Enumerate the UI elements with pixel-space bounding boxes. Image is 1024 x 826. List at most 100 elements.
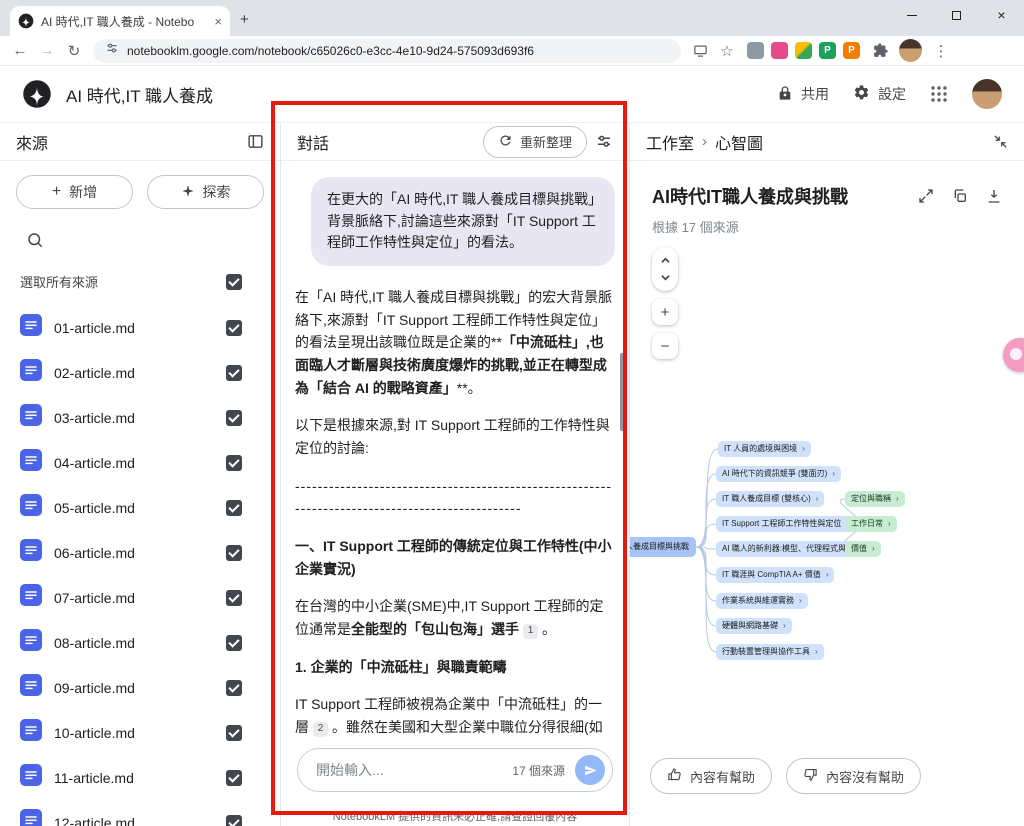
source-row[interactable]: 09-article.md: [0, 665, 280, 710]
extension-icon[interactable]: [795, 42, 812, 59]
source-row[interactable]: 06-article.md: [0, 530, 280, 575]
expand-node-icon[interactable]: ›: [896, 495, 899, 503]
expand-node-icon[interactable]: ›: [815, 648, 818, 656]
source-name: 09-article.md: [54, 679, 135, 696]
source-checkbox[interactable]: [226, 319, 242, 336]
not-helpful-button[interactable]: 內容沒有幫助: [786, 758, 922, 794]
back-icon[interactable]: ←: [8, 39, 32, 63]
extensions-puzzle-icon[interactable]: [868, 39, 892, 63]
source-row[interactable]: 02-article.md: [0, 350, 280, 395]
refresh-icon: [498, 133, 513, 151]
browser-profile-avatar[interactable]: [899, 39, 922, 62]
source-checkbox[interactable]: [226, 544, 242, 561]
mindmap-sub-node[interactable]: 工作日常 ›: [845, 516, 897, 532]
source-row[interactable]: 08-article.md: [0, 620, 280, 665]
mindmap-sub-node[interactable]: 價值 ›: [845, 541, 881, 557]
extension-icon[interactable]: P: [819, 42, 836, 59]
expand-node-icon[interactable]: ›: [826, 571, 829, 579]
source-row[interactable]: 11-article.md: [0, 755, 280, 800]
source-checkbox[interactable]: [226, 409, 242, 426]
select-all-checkbox[interactable]: [226, 273, 242, 290]
notebook-title[interactable]: AI 時代,IT 職人養成: [66, 82, 213, 107]
source-row[interactable]: 10-article.md: [0, 710, 280, 755]
send-button[interactable]: [575, 755, 605, 785]
extension-icon[interactable]: [771, 42, 788, 59]
source-checkbox[interactable]: [226, 454, 242, 471]
expand-node-icon[interactable]: ›: [888, 520, 891, 528]
source-checkbox[interactable]: [226, 769, 242, 786]
mindmap-branch-node[interactable]: 硬體與網路基礎 ›: [716, 618, 792, 634]
refresh-chat-button[interactable]: 重新整理: [482, 125, 587, 158]
source-checkbox[interactable]: [226, 724, 242, 741]
mindmap-branch-node[interactable]: IT 職涯與 CompTIA A+ 價值 ›: [716, 567, 835, 583]
source-name: 02-article.md: [54, 364, 135, 381]
chat-messages[interactable]: 在更大的「AI 時代,IT 職人養成目標與挑戰」背景脈絡下,討論這些來源對「IT…: [281, 161, 629, 742]
window-maximize-button[interactable]: [934, 0, 979, 30]
extension-icon[interactable]: P: [843, 42, 860, 59]
download-icon[interactable]: [986, 188, 1002, 204]
mindmap-branch-node[interactable]: AI 時代下的資訊競爭 (雙面刃) ›: [716, 466, 842, 482]
source-checkbox[interactable]: [226, 589, 242, 606]
window-close-button[interactable]: ×: [979, 0, 1024, 30]
source-row[interactable]: 05-article.md: [0, 485, 280, 530]
mindmap-branch-node[interactable]: IT Support 工程師工作特性與定位›: [716, 516, 856, 532]
source-row[interactable]: 03-article.md: [0, 395, 280, 440]
source-checkbox[interactable]: [226, 364, 242, 381]
new-tab-button[interactable]: +: [240, 11, 249, 28]
helpful-button[interactable]: 內容有幫助: [650, 758, 773, 794]
add-source-button[interactable]: + 新增: [16, 175, 133, 209]
share-button[interactable]: 共用: [777, 84, 829, 104]
source-checkbox[interactable]: [226, 679, 242, 696]
mindmap-sub-node[interactable]: 定位與職稱 ›: [845, 491, 905, 507]
discover-sources-button[interactable]: 探索: [147, 175, 264, 209]
source-row[interactable]: 12-article.md: [0, 800, 280, 826]
bookmark-star-icon[interactable]: ☆: [715, 39, 739, 63]
search-icon[interactable]: [26, 233, 44, 253]
pan-stepper[interactable]: [652, 247, 678, 291]
account-avatar[interactable]: [972, 79, 1002, 109]
mindmap-root-node[interactable]: 人養成目標與挑戰: [630, 537, 696, 557]
markdown-file-icon: [20, 494, 42, 521]
chat-settings-icon[interactable]: [595, 133, 613, 151]
collapse-sources-panel-icon[interactable]: [247, 133, 264, 150]
site-settings-icon[interactable]: [105, 41, 119, 60]
expand-node-icon[interactable]: ›: [872, 545, 875, 553]
address-bar[interactable]: notebooklm.google.com/notebook/c65026c0-…: [93, 38, 681, 63]
mindmap-branch-node[interactable]: IT 職人養成目標 (雙核心) ›: [716, 491, 825, 507]
citation-chip[interactable]: 1: [523, 623, 538, 639]
node-label: IT 人員的處境與困境: [724, 444, 798, 453]
window-minimize-button[interactable]: [889, 0, 934, 30]
browser-menu-icon[interactable]: ⋮: [929, 39, 953, 63]
zoom-in-button[interactable]: +: [652, 299, 678, 325]
chat-input[interactable]: 開始輸入... 17 個來源: [297, 748, 613, 792]
expand-node-icon[interactable]: ›: [799, 597, 802, 605]
source-name: 06-article.md: [54, 544, 135, 561]
source-row[interactable]: 07-article.md: [0, 575, 280, 620]
open-fullscreen-icon[interactable]: [918, 188, 934, 204]
source-row[interactable]: 01-article.md: [0, 305, 280, 350]
mindmap-branch-node[interactable]: 作業系統與維運實務 ›: [716, 593, 808, 609]
source-checkbox[interactable]: [226, 814, 242, 826]
browser-tab[interactable]: AI 時代,IT 職人養成 - Notebo ×: [10, 6, 230, 36]
source-checkbox[interactable]: [226, 634, 242, 651]
tab-close-icon[interactable]: ×: [214, 14, 222, 29]
expand-node-icon[interactable]: ›: [802, 445, 805, 453]
forward-icon[interactable]: →: [35, 39, 59, 63]
reload-icon[interactable]: ↻: [62, 39, 86, 63]
expand-node-icon[interactable]: ›: [832, 470, 835, 478]
expand-node-icon[interactable]: ›: [816, 495, 819, 503]
extension-icon[interactable]: [747, 42, 764, 59]
source-checkbox[interactable]: [226, 499, 242, 516]
source-row[interactable]: 04-article.md: [0, 440, 280, 485]
settings-button[interactable]: 設定: [853, 84, 906, 104]
mindmap-branch-node[interactable]: 行動裝置管理與協作工具 ›: [716, 644, 824, 660]
mindmap-title: AI時代IT職人養成與挑戰: [652, 187, 848, 207]
expand-node-icon[interactable]: ›: [783, 622, 786, 630]
citation-chip[interactable]: 2: [313, 721, 328, 737]
send-to-devices-icon[interactable]: [688, 39, 712, 63]
mindmap-branch-node[interactable]: IT 人員的處境與困境 ›: [718, 441, 811, 457]
zoom-out-button[interactable]: −: [652, 333, 678, 359]
chat-scrollbar[interactable]: [620, 353, 624, 431]
google-apps-icon[interactable]: [930, 85, 948, 103]
copy-icon[interactable]: [952, 188, 968, 204]
